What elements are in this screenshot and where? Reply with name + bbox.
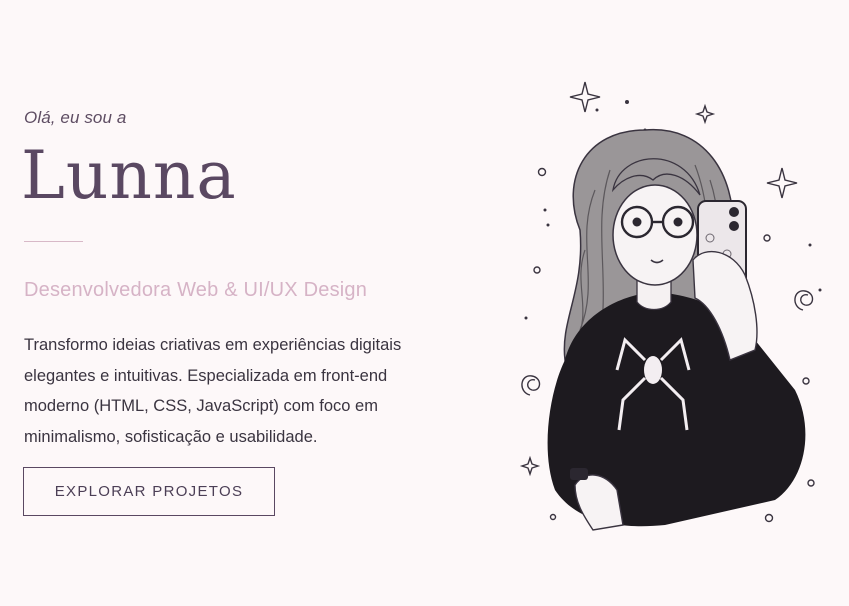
title-divider xyxy=(24,241,83,242)
explore-projects-button[interactable]: EXPLORAR PROJETOS xyxy=(23,467,275,516)
hero-section: Olá, eu sou a Lunna Desenvolvedora Web &… xyxy=(0,0,849,606)
greeting-text: Olá, eu sou a xyxy=(24,108,127,127)
hero-description: Transformo ideias criativas em experiênc… xyxy=(24,336,402,446)
role-subtitle: Desenvolvedora Web & UI/UX Design xyxy=(24,279,368,301)
hero-name: Lunna xyxy=(21,137,237,214)
portrait-illustration-icon xyxy=(519,81,822,531)
